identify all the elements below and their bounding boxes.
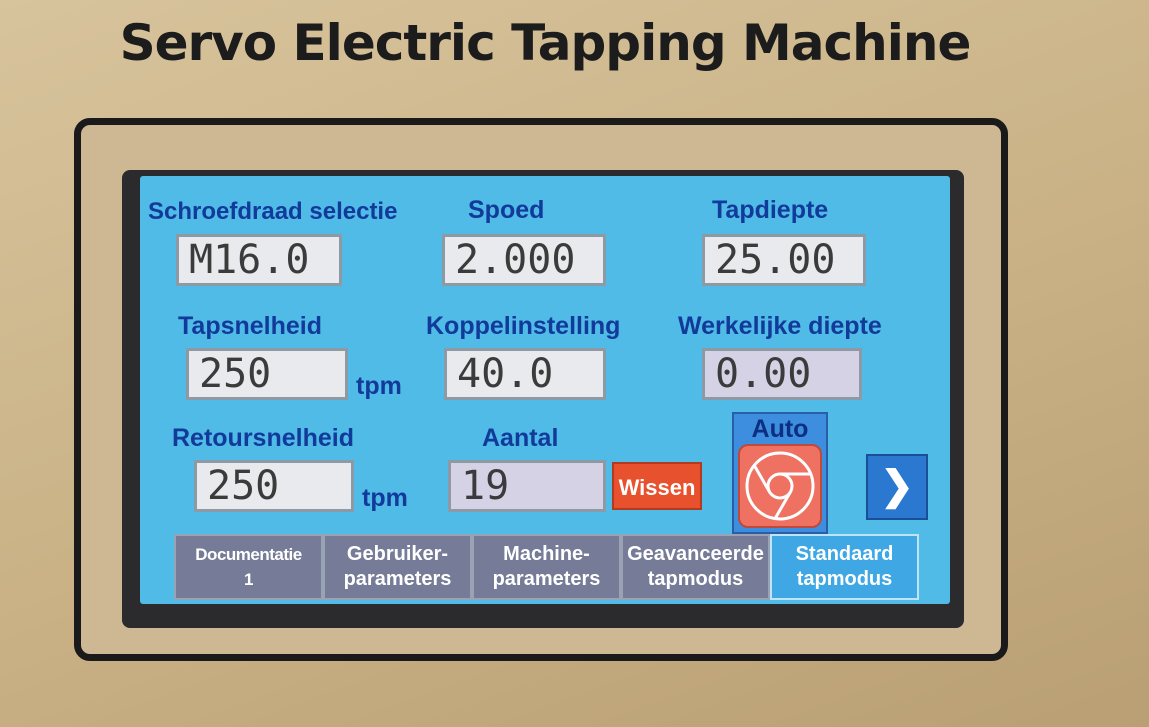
pitch-field[interactable]: 2.000 xyxy=(442,234,606,286)
tap-depth-label: Tapdiepte xyxy=(712,196,829,224)
machine-housing: Servo Electric Tapping Machine Schroefdr… xyxy=(0,0,1149,727)
actual-depth-label: Werkelijke diepte xyxy=(678,312,882,340)
return-speed-unit: tpm xyxy=(362,484,408,512)
tap-speed-unit: tpm xyxy=(356,372,402,400)
return-speed-label: Retoursnelheid xyxy=(172,424,354,452)
thread-selection-field[interactable]: M16.0 xyxy=(176,234,342,286)
thread-selection-label: Schroefdraad selectie xyxy=(148,198,398,225)
tap-speed-label: Tapsnelheid xyxy=(178,312,323,340)
hmi-screen: Schroefdraad selectie M16.0 Spoed 2.000 … xyxy=(140,176,950,604)
auto-start-button[interactable] xyxy=(738,444,822,528)
tab-standard-tapping-mode[interactable]: Standaard tapmodus xyxy=(770,534,919,600)
clear-count-button[interactable]: Wissen xyxy=(612,462,702,510)
torque-setting-label: Koppelinstelling xyxy=(426,312,621,340)
tap-depth-field[interactable]: 25.00 xyxy=(702,234,866,286)
tab-advanced-tapping-mode[interactable]: Geavanceerde tapmodus xyxy=(621,534,770,600)
tab-machine-parameters[interactable]: Machine- parameters xyxy=(472,534,621,600)
chevron-right-icon: ❯ xyxy=(880,464,914,508)
tab-documentation[interactable]: Documentatie 1 xyxy=(174,534,323,600)
next-page-button[interactable]: ❯ xyxy=(866,454,928,520)
chrome-logo-icon xyxy=(745,451,815,521)
pitch-label: Spoed xyxy=(468,196,545,224)
auto-label: Auto xyxy=(751,415,809,443)
mode-tab-bar: Documentatie 1 Gebruiker- parameters Mac… xyxy=(174,534,920,600)
torque-setting-field[interactable]: 40.0 xyxy=(444,348,606,400)
auto-panel: Auto xyxy=(732,412,828,534)
tap-speed-field[interactable]: 250 xyxy=(186,348,348,400)
actual-depth-field: 0.00 xyxy=(702,348,862,400)
count-label: Aantal xyxy=(482,424,559,452)
return-speed-field[interactable]: 250 xyxy=(194,460,354,512)
tab-user-parameters[interactable]: Gebruiker- parameters xyxy=(323,534,472,600)
count-field: 19 xyxy=(448,460,606,512)
machine-title: Servo Electric Tapping Machine xyxy=(119,14,972,72)
